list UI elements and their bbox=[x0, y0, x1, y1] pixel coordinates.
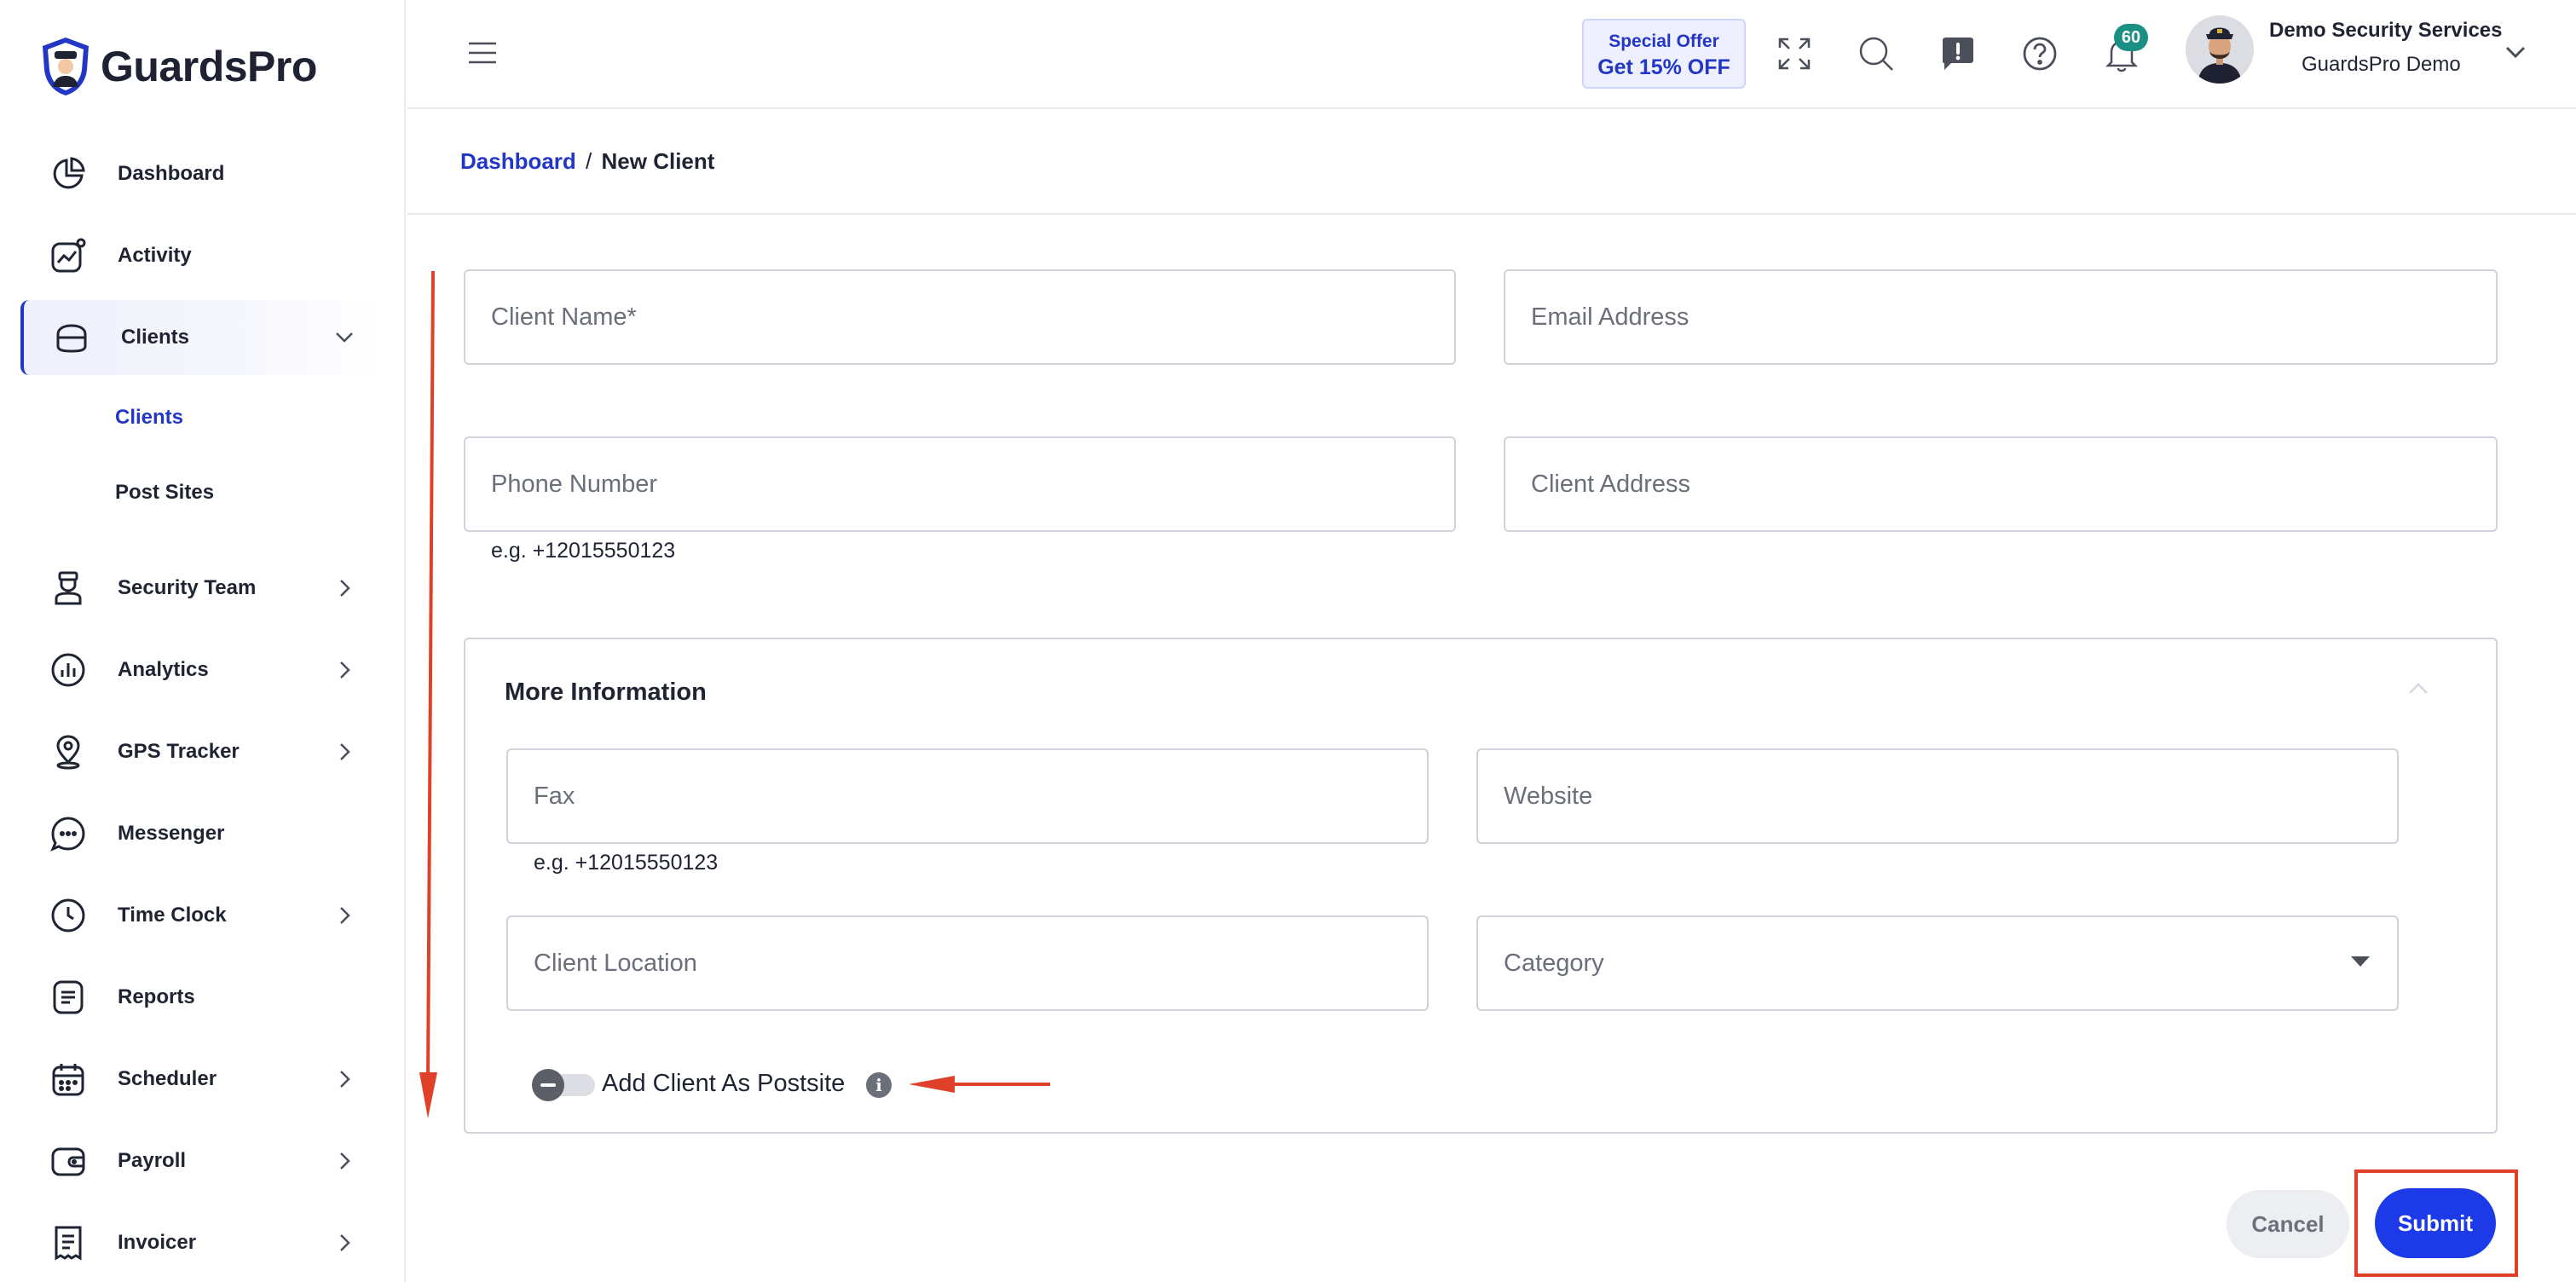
chevron-down-icon bbox=[336, 332, 353, 343]
fax-input[interactable] bbox=[508, 750, 1427, 842]
client-name-input[interactable] bbox=[465, 271, 1454, 363]
phone-hint: e.g. +12015550123 bbox=[491, 539, 676, 563]
chevron-right-icon bbox=[340, 743, 350, 760]
invoice-icon bbox=[48, 1222, 89, 1263]
sidebar-item-invoicer[interactable]: Invoicer bbox=[20, 1205, 382, 1280]
sidebar-item-activity[interactable]: Activity bbox=[20, 218, 382, 293]
dropdown-arrow-icon bbox=[2351, 956, 2370, 967]
category-input[interactable] bbox=[1478, 917, 2397, 1009]
sidebar-item-analytics[interactable]: Analytics bbox=[20, 632, 382, 707]
user-organization: GuardsPro Demo bbox=[2302, 53, 2461, 76]
chevron-right-icon bbox=[340, 907, 350, 924]
sidebar-item-dashboard[interactable]: Dashboard bbox=[20, 136, 382, 211]
client-address-input[interactable] bbox=[1505, 438, 2496, 530]
postsite-toggle[interactable] bbox=[532, 1069, 597, 1101]
postsite-toggle-label: Add Client As Postsite bbox=[602, 1070, 846, 1097]
sidebar-item-time-clock[interactable]: Time Clock bbox=[20, 878, 382, 953]
more-information-panel bbox=[464, 638, 2498, 1134]
analytics-icon bbox=[48, 650, 89, 690]
help-icon[interactable] bbox=[2019, 32, 2061, 75]
email-input[interactable] bbox=[1505, 271, 2496, 363]
sidebar-item-scheduler[interactable]: Scheduler bbox=[20, 1042, 382, 1117]
sidebar-item-clients[interactable]: Clients bbox=[20, 300, 382, 375]
breadcrumb: Dashboard / New Client bbox=[460, 148, 714, 175]
breadcrumb-dashboard-link[interactable]: Dashboard bbox=[460, 148, 576, 174]
hamburger-menu-icon[interactable] bbox=[467, 41, 498, 65]
phone-number-input[interactable] bbox=[465, 438, 1454, 530]
chevron-right-icon bbox=[340, 580, 350, 597]
sidebar: GuardsPro Dashboard Activity Clients Cli… bbox=[0, 0, 406, 1282]
email-field[interactable] bbox=[1504, 269, 2498, 365]
sidebar-item-gps-tracker[interactable]: GPS Tracker bbox=[20, 714, 382, 789]
sidebar-item-messenger[interactable]: Messenger bbox=[20, 796, 382, 871]
sidebar-subitem-post-sites[interactable]: Post Sites bbox=[115, 481, 214, 505]
more-information-title: More Information bbox=[505, 679, 707, 706]
sidebar-item-payroll[interactable]: Payroll bbox=[20, 1123, 382, 1198]
chevron-right-icon bbox=[340, 1234, 350, 1251]
fax-hint: e.g. +12015550123 bbox=[534, 851, 719, 875]
pie-chart-icon bbox=[48, 153, 89, 194]
chevron-up-icon[interactable] bbox=[2404, 679, 2433, 699]
chat-bubble-icon bbox=[48, 813, 89, 854]
fax-field[interactable] bbox=[506, 748, 1429, 844]
wallet-icon bbox=[48, 1141, 89, 1181]
toggle-knob bbox=[532, 1069, 564, 1101]
alert-message-icon[interactable] bbox=[1937, 32, 1979, 75]
map-pin-icon bbox=[48, 731, 89, 772]
report-icon bbox=[48, 977, 89, 1018]
website-field[interactable] bbox=[1476, 748, 2399, 844]
client-location-field[interactable] bbox=[506, 915, 1429, 1011]
guard-icon bbox=[48, 568, 89, 609]
category-select[interactable] bbox=[1476, 915, 2399, 1011]
search-icon[interactable] bbox=[1855, 32, 1897, 75]
avatar-illustration bbox=[2186, 15, 2254, 84]
cancel-button[interactable]: Cancel bbox=[2227, 1190, 2349, 1258]
app-name: GuardsPro bbox=[101, 43, 317, 90]
submit-highlight-box bbox=[2354, 1169, 2518, 1277]
chevron-right-icon bbox=[340, 1071, 350, 1088]
website-input[interactable] bbox=[1478, 750, 2397, 842]
client-name-field[interactable] bbox=[464, 269, 1456, 365]
sidebar-subitem-clients[interactable]: Clients bbox=[115, 406, 183, 430]
notification-count-badge: 60 bbox=[2114, 24, 2148, 51]
header-divider bbox=[407, 213, 2576, 215]
chevron-right-icon bbox=[340, 661, 350, 679]
info-icon[interactable]: i bbox=[866, 1072, 892, 1098]
special-offer-badge[interactable]: Special Offer Get 15% OFF bbox=[1582, 19, 1746, 89]
scroll-down-arrow bbox=[419, 270, 437, 1118]
sidebar-item-security-team[interactable]: Security Team bbox=[20, 551, 382, 626]
user-avatar[interactable] bbox=[2186, 15, 2254, 84]
phone-number-field[interactable] bbox=[464, 436, 1456, 532]
chevron-down-icon[interactable] bbox=[2503, 39, 2528, 65]
breadcrumb-current: New Client bbox=[601, 148, 715, 174]
guard-badge-icon bbox=[43, 38, 89, 95]
fullscreen-icon[interactable] bbox=[1773, 32, 1816, 75]
clock-icon bbox=[48, 895, 89, 936]
client-address-field[interactable] bbox=[1504, 436, 2498, 532]
briefcase-icon bbox=[51, 317, 92, 358]
activity-icon bbox=[48, 235, 89, 276]
client-location-input[interactable] bbox=[508, 917, 1427, 1009]
calendar-icon bbox=[48, 1059, 89, 1100]
chevron-right-icon bbox=[340, 1152, 350, 1169]
user-name: Demo Security Services bbox=[2269, 19, 2503, 42]
app-logo[interactable]: GuardsPro bbox=[39, 36, 317, 97]
breadcrumb-separator: / bbox=[586, 148, 592, 174]
sidebar-item-reports[interactable]: Reports bbox=[20, 960, 382, 1035]
